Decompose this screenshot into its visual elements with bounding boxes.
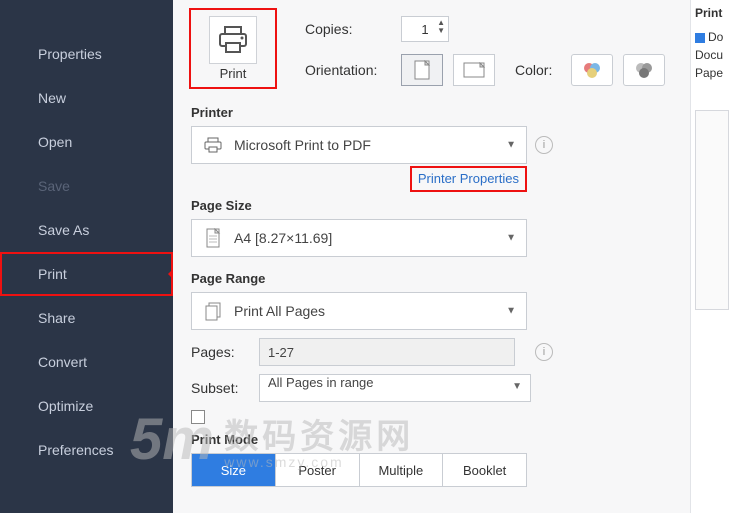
- orientation-landscape-button[interactable]: [453, 54, 495, 86]
- printer-icon: [209, 16, 257, 64]
- pagerange-section-title: Page Range: [191, 271, 672, 286]
- sidebar-item-preferences[interactable]: Preferences: [0, 428, 173, 472]
- subset-select[interactable]: All Pages in range ▼: [259, 374, 531, 402]
- portrait-page-icon: [414, 60, 430, 80]
- right-pape: Pape: [695, 66, 732, 80]
- printer-properties-link[interactable]: Printer Properties: [418, 171, 519, 186]
- printmode-tab-poster[interactable]: Poster: [276, 454, 360, 486]
- sidebar-item-optimize[interactable]: Optimize: [0, 384, 173, 428]
- pagesize-combo[interactable]: A4 [8.27×11.69] ▼: [191, 219, 527, 257]
- sidebar-item-share[interactable]: Share: [0, 296, 173, 340]
- orientation-label: Orientation:: [305, 62, 391, 78]
- spinner-arrows-icon[interactable]: ▲▼: [437, 19, 445, 35]
- sidebar-item-open[interactable]: Open: [0, 120, 173, 164]
- copies-label: Copies:: [305, 21, 391, 37]
- subset-label: Subset:: [191, 380, 247, 396]
- sidebar-item-save: Save: [0, 164, 173, 208]
- pagesize-section-title: Page Size: [191, 198, 672, 213]
- landscape-page-icon: [463, 62, 485, 78]
- printer-small-icon: [202, 137, 224, 153]
- sidebar-item-new[interactable]: New: [0, 76, 173, 120]
- printer-section-title: Printer: [191, 105, 672, 120]
- main-panel: Print Copies: 1 ▲▼ Orientation:: [173, 0, 690, 513]
- sidebar: Properties New Open Save Save As Print S…: [0, 0, 173, 513]
- sidebar-item-save-as[interactable]: Save As: [0, 208, 173, 252]
- printer-combo[interactable]: Microsoft Print to PDF ▼: [191, 126, 527, 164]
- sidebar-item-print[interactable]: Print: [0, 252, 173, 296]
- pagesize-value: A4 [8.27×11.69]: [234, 230, 332, 246]
- right-d-line: Do: [708, 30, 723, 44]
- printer-properties-link-wrap: Printer Properties: [410, 166, 527, 192]
- info-icon[interactable]: i: [535, 136, 553, 154]
- printmode-tab-booklet[interactable]: Booklet: [443, 454, 526, 486]
- sidebar-item-convert[interactable]: Convert: [0, 340, 173, 384]
- printmode-section-title: Print Mode: [191, 432, 672, 447]
- pages-input[interactable]: [259, 338, 515, 366]
- printer-value: Microsoft Print to PDF: [234, 137, 371, 153]
- right-panel: Print Do Docu Pape: [690, 0, 736, 513]
- pages-label: Pages:: [191, 344, 247, 360]
- pages-stack-icon: [202, 301, 224, 321]
- printmode-tab-size[interactable]: Size: [192, 454, 276, 486]
- right-docu: Docu: [695, 48, 732, 62]
- chevron-down-icon: ▼: [506, 140, 516, 151]
- color-grayscale-button[interactable]: [623, 54, 665, 86]
- copies-spinner[interactable]: 1 ▲▼: [401, 16, 449, 42]
- printmode-tabs: Size Poster Multiple Booklet: [191, 453, 527, 487]
- color-icon: [581, 61, 603, 79]
- pagerange-value: Print All Pages: [234, 303, 325, 319]
- chevron-down-icon: ▼: [506, 233, 516, 244]
- sidebar-item-properties[interactable]: Properties: [0, 32, 173, 76]
- preview-thumbnail: [695, 110, 729, 310]
- checkbox[interactable]: [191, 410, 205, 424]
- copies-value: 1: [421, 22, 428, 37]
- printmode-tab-multiple[interactable]: Multiple: [360, 454, 444, 486]
- right-heading: Print: [695, 6, 732, 20]
- color-color-button[interactable]: [571, 54, 613, 86]
- info-icon[interactable]: i: [535, 343, 553, 361]
- print-button-label: Print: [209, 66, 257, 81]
- subset-value: All Pages in range: [268, 375, 374, 390]
- blue-square-icon: [695, 33, 705, 43]
- page-icon: [202, 228, 224, 248]
- pagerange-combo[interactable]: Print All Pages ▼: [191, 292, 527, 330]
- chevron-down-icon: ▼: [512, 381, 522, 392]
- print-button[interactable]: Print: [189, 8, 277, 89]
- chevron-down-icon: ▼: [506, 306, 516, 317]
- orientation-portrait-button[interactable]: [401, 54, 443, 86]
- grayscale-icon: [633, 61, 655, 79]
- color-label: Color:: [515, 62, 561, 78]
